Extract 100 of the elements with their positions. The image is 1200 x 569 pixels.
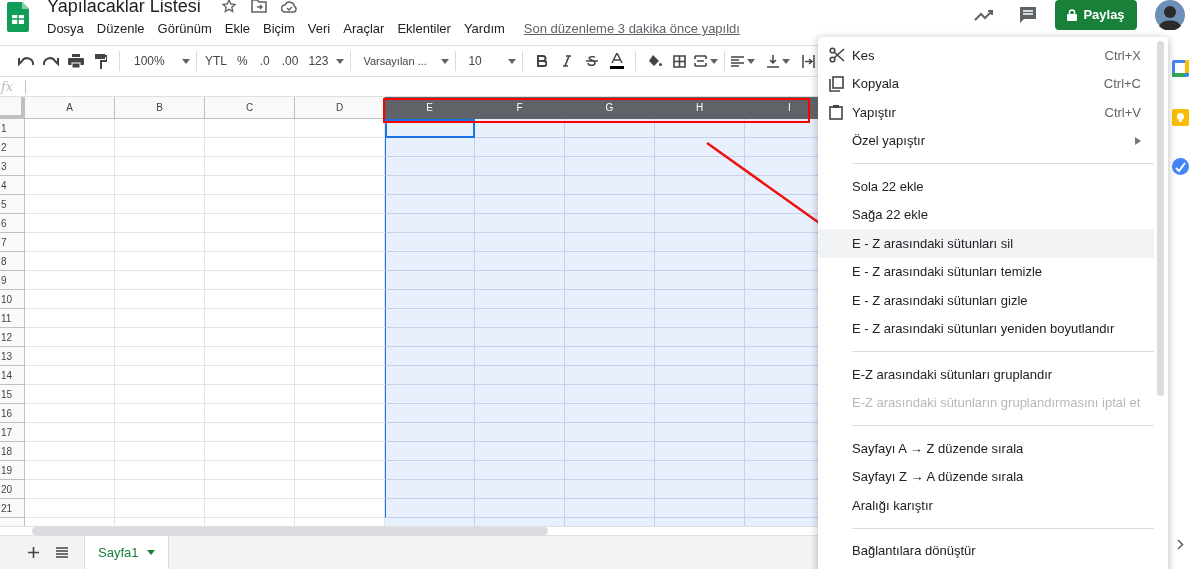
checkmark-circle-icon[interactable] [1172, 158, 1189, 175]
row-header[interactable]: 21 [0, 499, 25, 518]
grid-cell[interactable] [385, 176, 475, 195]
lightbulb-icon[interactable] [1172, 109, 1189, 126]
grid-cell[interactable] [25, 138, 115, 157]
grid-cell[interactable] [385, 328, 475, 347]
grid-cell[interactable] [115, 119, 205, 138]
grid-cell[interactable] [115, 423, 205, 442]
calendar-icon[interactable] [1172, 60, 1189, 77]
grid-cell[interactable] [205, 176, 295, 195]
grid-cell[interactable] [295, 347, 385, 366]
row-header[interactable]: 13 [0, 347, 25, 366]
grid-cell[interactable] [25, 385, 115, 404]
grid-cell[interactable] [565, 233, 655, 252]
grid-cell[interactable] [25, 309, 115, 328]
grid-cell[interactable] [385, 499, 475, 518]
grid-cell[interactable] [475, 442, 565, 461]
grid-cell[interactable] [205, 233, 295, 252]
grid-cell[interactable] [25, 157, 115, 176]
grid-cell[interactable] [115, 328, 205, 347]
grid-cell[interactable] [385, 271, 475, 290]
grid-cell[interactable] [115, 309, 205, 328]
menu-item[interactable]: Düzenle [96, 19, 145, 39]
row-header[interactable]: 16 [0, 404, 25, 423]
star-icon[interactable] [220, 0, 237, 14]
grid-cell[interactable] [115, 195, 205, 214]
grid-cell[interactable] [655, 252, 745, 271]
grid-cell[interactable] [295, 499, 385, 518]
grid-cell[interactable] [205, 290, 295, 309]
menu-icon[interactable] [56, 547, 68, 558]
grid-cell[interactable] [115, 461, 205, 480]
text-wrap-icon[interactable] [802, 54, 816, 68]
folder-icon[interactable] [250, 0, 267, 13]
grid-cell[interactable] [205, 214, 295, 233]
grid-cell[interactable] [295, 423, 385, 442]
menu-item[interactable]: Özel yapıştır [818, 126, 1154, 155]
row-header[interactable]: 5 [0, 195, 25, 214]
menu-item[interactable]: E - Z arasındaki sütunları sil [818, 229, 1154, 258]
row-header[interactable]: 10 [0, 290, 25, 309]
grid-cell[interactable] [385, 252, 475, 271]
grid-cell[interactable] [655, 138, 745, 157]
grid-cell[interactable] [565, 290, 655, 309]
grid-cell[interactable] [565, 442, 655, 461]
grid-cell[interactable] [475, 290, 565, 309]
cloud-icon[interactable] [280, 0, 298, 13]
grid-cell[interactable] [655, 328, 745, 347]
select-all-corner[interactable] [0, 97, 25, 119]
grid-cell[interactable] [205, 366, 295, 385]
sheet-tab[interactable]: Sayfa1 [84, 536, 170, 569]
row-header[interactable]: 3 [0, 157, 25, 176]
grid-cell[interactable] [205, 328, 295, 347]
grid-cell[interactable] [475, 461, 565, 480]
grid-cell[interactable] [295, 385, 385, 404]
grid-cell[interactable] [295, 290, 385, 309]
menu-scrollbar[interactable] [1157, 41, 1164, 396]
grid-cell[interactable] [115, 366, 205, 385]
grid-cell[interactable] [295, 252, 385, 271]
spreadsheet-logo-icon[interactable] [7, 2, 29, 32]
menu-item[interactable]: Bağlantılara dönüştür [818, 536, 1154, 565]
chevron-right-icon[interactable] [1177, 539, 1184, 550]
grid-cell[interactable] [475, 518, 565, 526]
row-header[interactable]: 1 [0, 119, 25, 138]
zoom-dropdown[interactable]: 100% [134, 49, 190, 73]
grid-cell[interactable] [295, 214, 385, 233]
grid-cell[interactable] [385, 157, 475, 176]
percent-button[interactable]: % [237, 49, 248, 73]
grid-cell[interactable] [655, 480, 745, 499]
grid-cell[interactable] [25, 480, 115, 499]
grid-cell[interactable] [385, 214, 475, 233]
menu-item[interactable]: Sayfayı A → Z düzende sırala [818, 434, 1154, 463]
grid-cell[interactable] [565, 347, 655, 366]
column-header[interactable]: E [385, 97, 475, 119]
font-dropdown[interactable]: Varsayılan ... [363, 49, 450, 73]
row-header[interactable]: 12 [0, 328, 25, 347]
grid-cell[interactable] [115, 233, 205, 252]
row-header[interactable]: 14 [0, 366, 25, 385]
grid-cell[interactable] [205, 423, 295, 442]
align-bottom-icon[interactable] [767, 54, 780, 68]
menu-item[interactable]: Görünüm [157, 19, 212, 39]
row-header[interactable] [0, 518, 25, 526]
grid-cell[interactable] [25, 404, 115, 423]
grid-cell[interactable] [115, 157, 205, 176]
add-sheet-icon[interactable] [28, 547, 39, 558]
grid-cell[interactable] [475, 252, 565, 271]
grid-cell[interactable] [655, 385, 745, 404]
grid-cell[interactable] [115, 347, 205, 366]
menu-item[interactable]: Eklentiler [397, 19, 451, 39]
grid-cell[interactable] [565, 461, 655, 480]
grid-cell[interactable] [115, 480, 205, 499]
grid-cell[interactable] [565, 499, 655, 518]
grid-cell[interactable] [295, 480, 385, 499]
column-header[interactable]: C [205, 97, 295, 119]
grid-cell[interactable] [25, 233, 115, 252]
menu-item[interactable]: Kopyala Ctrl+C [818, 69, 1154, 98]
grid-cell[interactable] [565, 195, 655, 214]
trend-line-icon[interactable] [974, 9, 994, 21]
grid-cell[interactable] [295, 309, 385, 328]
grid-cell[interactable] [655, 233, 745, 252]
share-button[interactable]: Paylaş [1055, 0, 1137, 30]
menu-item[interactable]: E - Z arasındaki sütunları gizle [818, 286, 1154, 315]
